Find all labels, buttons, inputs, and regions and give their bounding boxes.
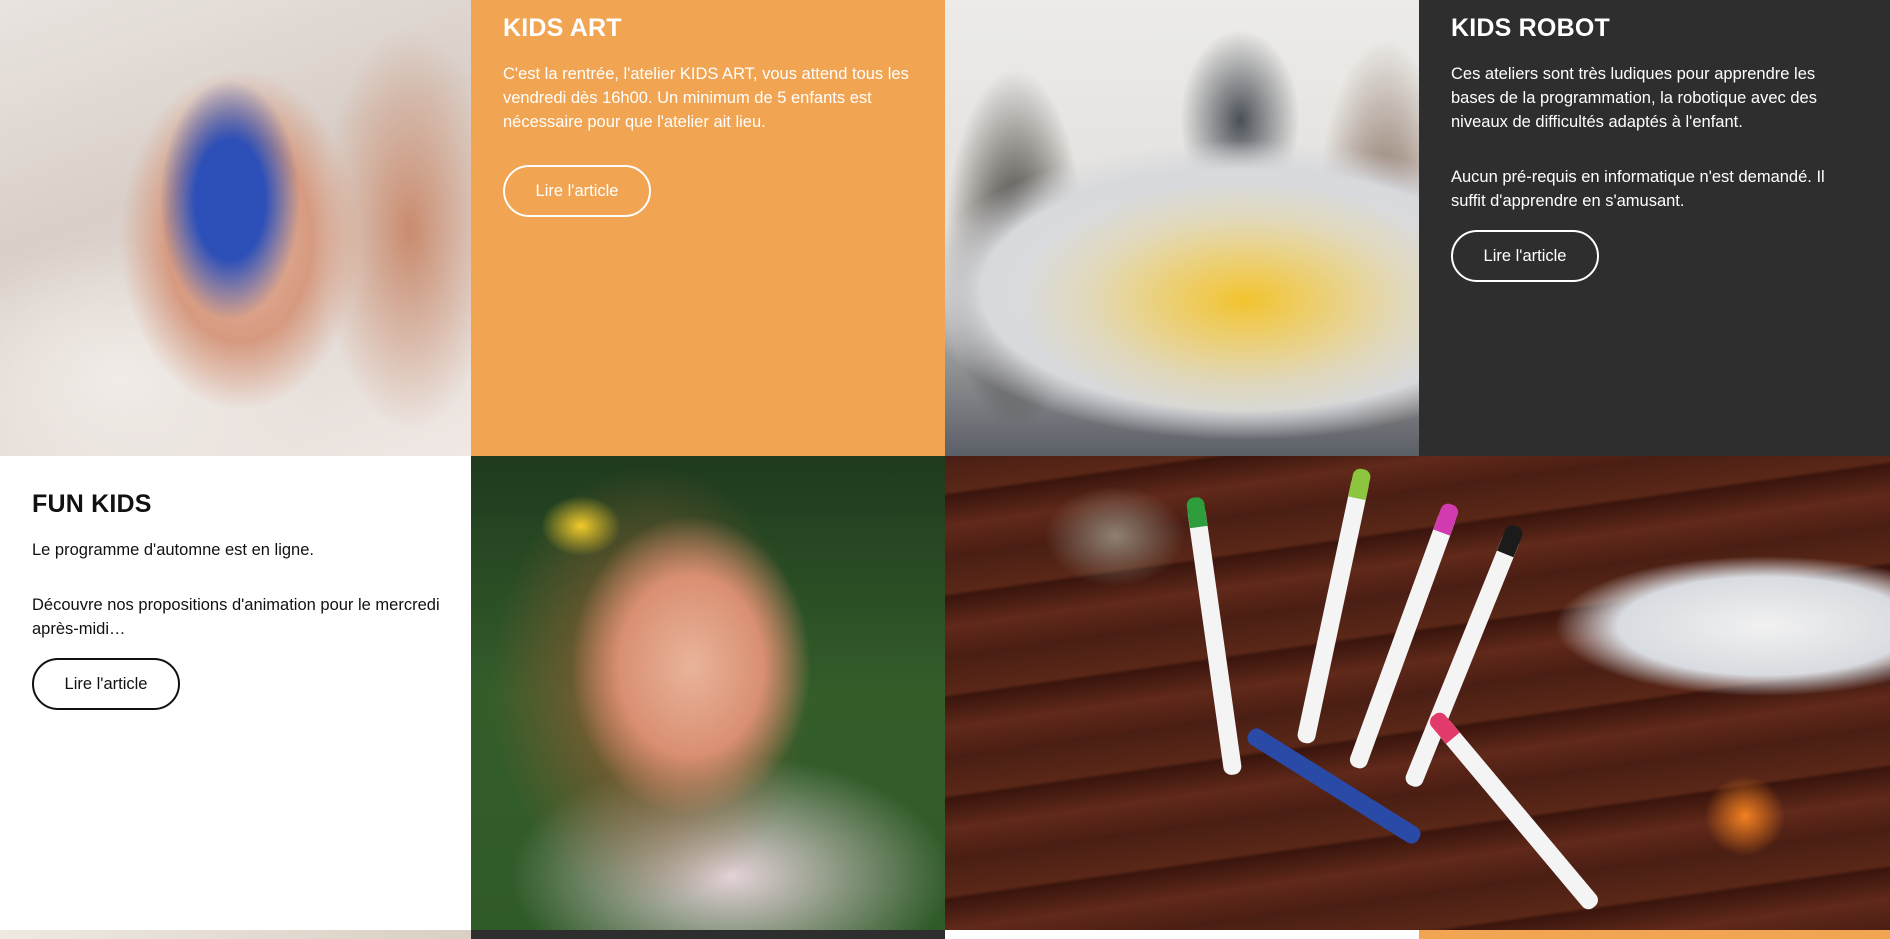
kids-art-card: KIDS ART C'est la rentrée, l'atelier KID…	[471, 0, 945, 456]
next-row-white-tile	[945, 930, 1419, 939]
green-marker	[1185, 496, 1243, 776]
kids-art-read-button[interactable]: Lire l'article	[503, 165, 651, 217]
fun-kids-text-1: Le programme d'automne est en ligne.	[32, 541, 314, 559]
lime-marker	[1296, 467, 1372, 745]
kids-art-title: KIDS ART	[503, 14, 622, 42]
kids-robot-text-2: Aucun pré-requis en informatique n'est d…	[1451, 168, 1825, 210]
kids-robot-title: KIDS ROBOT	[1451, 14, 1610, 42]
kids-robot-read-button[interactable]: Lire l'article	[1451, 230, 1599, 282]
robot-workshop-photo	[945, 0, 1419, 456]
next-row-orange-tile	[1419, 930, 1890, 939]
painted-hand-photo	[0, 0, 471, 456]
kids-art-text: C'est la rentrée, l'atelier KIDS ART, vo…	[503, 65, 909, 131]
kids-robot-text-1: Ces ateliers sont très ludiques pour app…	[1451, 65, 1817, 131]
fun-kids-text-2: Découvre nos propositions d'animation po…	[32, 596, 440, 638]
blue-crayon	[1244, 725, 1424, 847]
red-marker	[1426, 709, 1602, 913]
painted-face-girl-photo	[471, 456, 945, 930]
next-row-photo-left	[0, 930, 471, 939]
kids-robot-card: KIDS ROBOT Ces ateliers sont très ludiqu…	[1419, 0, 1890, 456]
markers-on-wood-photo	[945, 456, 1890, 930]
fun-kids-title: FUN KIDS	[32, 490, 152, 518]
next-row-dark-tile	[471, 930, 945, 939]
fun-kids-read-button[interactable]: Lire l'article	[32, 658, 180, 710]
fun-kids-card: FUN KIDS Le programme d'automne est en l…	[0, 456, 471, 930]
